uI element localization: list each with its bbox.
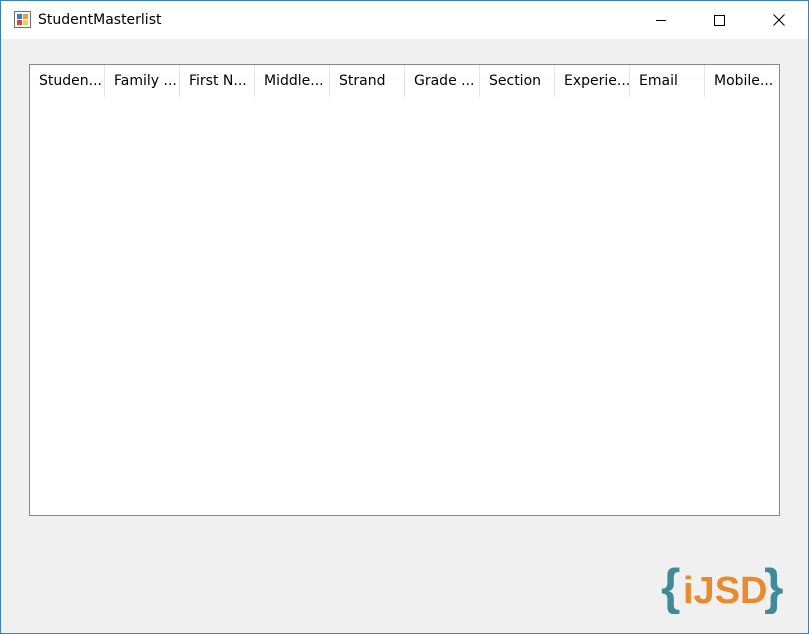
ijsd-logo: { iJSD } xyxy=(661,560,783,614)
maximize-button[interactable] xyxy=(690,1,749,39)
svg-text:{: { xyxy=(661,560,680,614)
column-header-email[interactable]: Email xyxy=(630,65,705,97)
title-bar[interactable]: StudentMasterlist xyxy=(1,1,808,39)
column-header-experience[interactable]: Experie... xyxy=(555,65,630,97)
column-header-student[interactable]: Studen... xyxy=(30,65,105,97)
minimize-button[interactable] xyxy=(631,1,690,39)
column-header-grade[interactable]: Grade ... xyxy=(405,65,480,97)
window-title: StudentMasterlist xyxy=(38,12,162,28)
list-header: Studen... Family ... First N... Middle..… xyxy=(30,65,779,97)
column-header-first-name[interactable]: First N... xyxy=(180,65,255,97)
close-icon xyxy=(772,14,785,26)
column-header-section[interactable]: Section xyxy=(480,65,555,97)
maximize-icon xyxy=(714,14,725,26)
column-header-mobile[interactable]: Mobile... xyxy=(705,65,779,97)
column-header-strand[interactable]: Strand xyxy=(330,65,405,97)
column-header-middle-name[interactable]: Middle... xyxy=(255,65,330,97)
student-masterlist-window: StudentMasterlist Studen... Family ... F… xyxy=(0,0,809,634)
svg-text:}: } xyxy=(764,560,783,614)
app-form-icon xyxy=(14,11,31,28)
close-button[interactable] xyxy=(749,1,808,39)
column-header-family-name[interactable]: Family ... xyxy=(105,65,180,97)
minimize-icon xyxy=(655,20,666,21)
svg-text:iJSD: iJSD xyxy=(683,570,767,612)
student-list-view[interactable]: Studen... Family ... First N... Middle..… xyxy=(29,64,780,516)
